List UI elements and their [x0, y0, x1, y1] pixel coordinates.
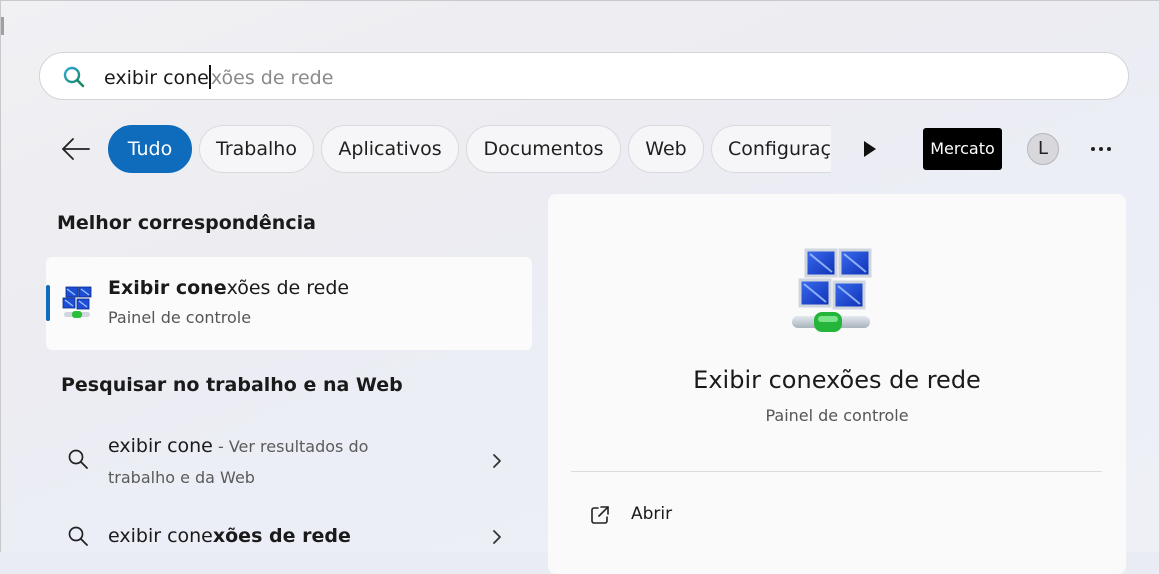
back-arrow-icon[interactable] [59, 133, 93, 165]
filter-chip-configuracoes[interactable]: Configuraç [711, 125, 831, 173]
web-suggestion-bold: xões de rede [212, 525, 351, 547]
preview-divider [571, 471, 1102, 472]
chevron-right-icon [493, 454, 501, 468]
filter-chip-aplicativos[interactable]: Aplicativos [321, 125, 459, 173]
window-edge-mark [1, 17, 4, 35]
search-box[interactable]: exibir cone xões de rede [39, 52, 1129, 100]
selection-indicator [46, 285, 50, 321]
web-search-heading: Pesquisar no trabalho e na Web [61, 374, 403, 396]
search-icon [68, 526, 88, 546]
web-suggestion-plain: exibir cone [108, 525, 213, 547]
filter-chip-trabalho[interactable]: Trabalho [199, 125, 314, 173]
best-match-heading: Melhor correspondência [57, 212, 316, 234]
web-suggestion-text: exibir conexões de rede [108, 521, 408, 551]
web-search-suggestion[interactable]: exibir conexões de rede [46, 519, 532, 553]
web-result-text: exibir cone - Ver resultados do trabalho… [108, 431, 408, 493]
more-filters-play-icon[interactable] [859, 139, 879, 159]
brand-badge[interactable]: Mercato [923, 128, 1002, 170]
network-connections-large-icon [792, 248, 872, 332]
open-action-button[interactable]: Abrir [571, 494, 871, 536]
best-match-title: Exibir conexões de rede [108, 277, 349, 299]
network-connections-icon [62, 286, 92, 318]
more-options-ellipsis-icon[interactable] [1087, 135, 1115, 163]
filter-chip-documentos[interactable]: Documentos [466, 125, 621, 173]
open-action-label: Abrir [631, 504, 673, 524]
web-result-query: exibir cone [108, 435, 213, 457]
user-avatar[interactable]: L [1027, 133, 1059, 165]
best-match-title-rest: xões de rede [226, 277, 350, 299]
filter-chip-tudo[interactable]: Tudo [108, 125, 192, 173]
search-icon [68, 449, 88, 469]
search-icon [63, 66, 85, 88]
search-typed-text: exibir cone [104, 67, 209, 89]
preview-title: Exibir conexões de rede [693, 366, 981, 394]
open-external-icon [591, 506, 609, 524]
best-match-title-match: Exibir cone [108, 277, 227, 299]
start-search-window: exibir cone xões de rede Tudo Trabalho Ap… [0, 0, 1159, 574]
best-match-subtitle: Painel de controle [108, 308, 252, 327]
best-match-result[interactable]: Exibir conexões de rede Painel de contro… [46, 257, 532, 350]
preview-subtitle: Painel de controle [765, 406, 909, 425]
filter-chip-web[interactable]: Web [628, 125, 704, 173]
chevron-right-icon [493, 530, 501, 544]
web-search-result[interactable]: exibir cone - Ver resultados do trabalho… [46, 429, 532, 493]
search-autocomplete-text: xões de rede [210, 67, 334, 89]
preview-panel: Exibir conexões de rede Painel de contro… [548, 194, 1126, 574]
search-input[interactable]: exibir cone xões de rede [104, 65, 333, 89]
